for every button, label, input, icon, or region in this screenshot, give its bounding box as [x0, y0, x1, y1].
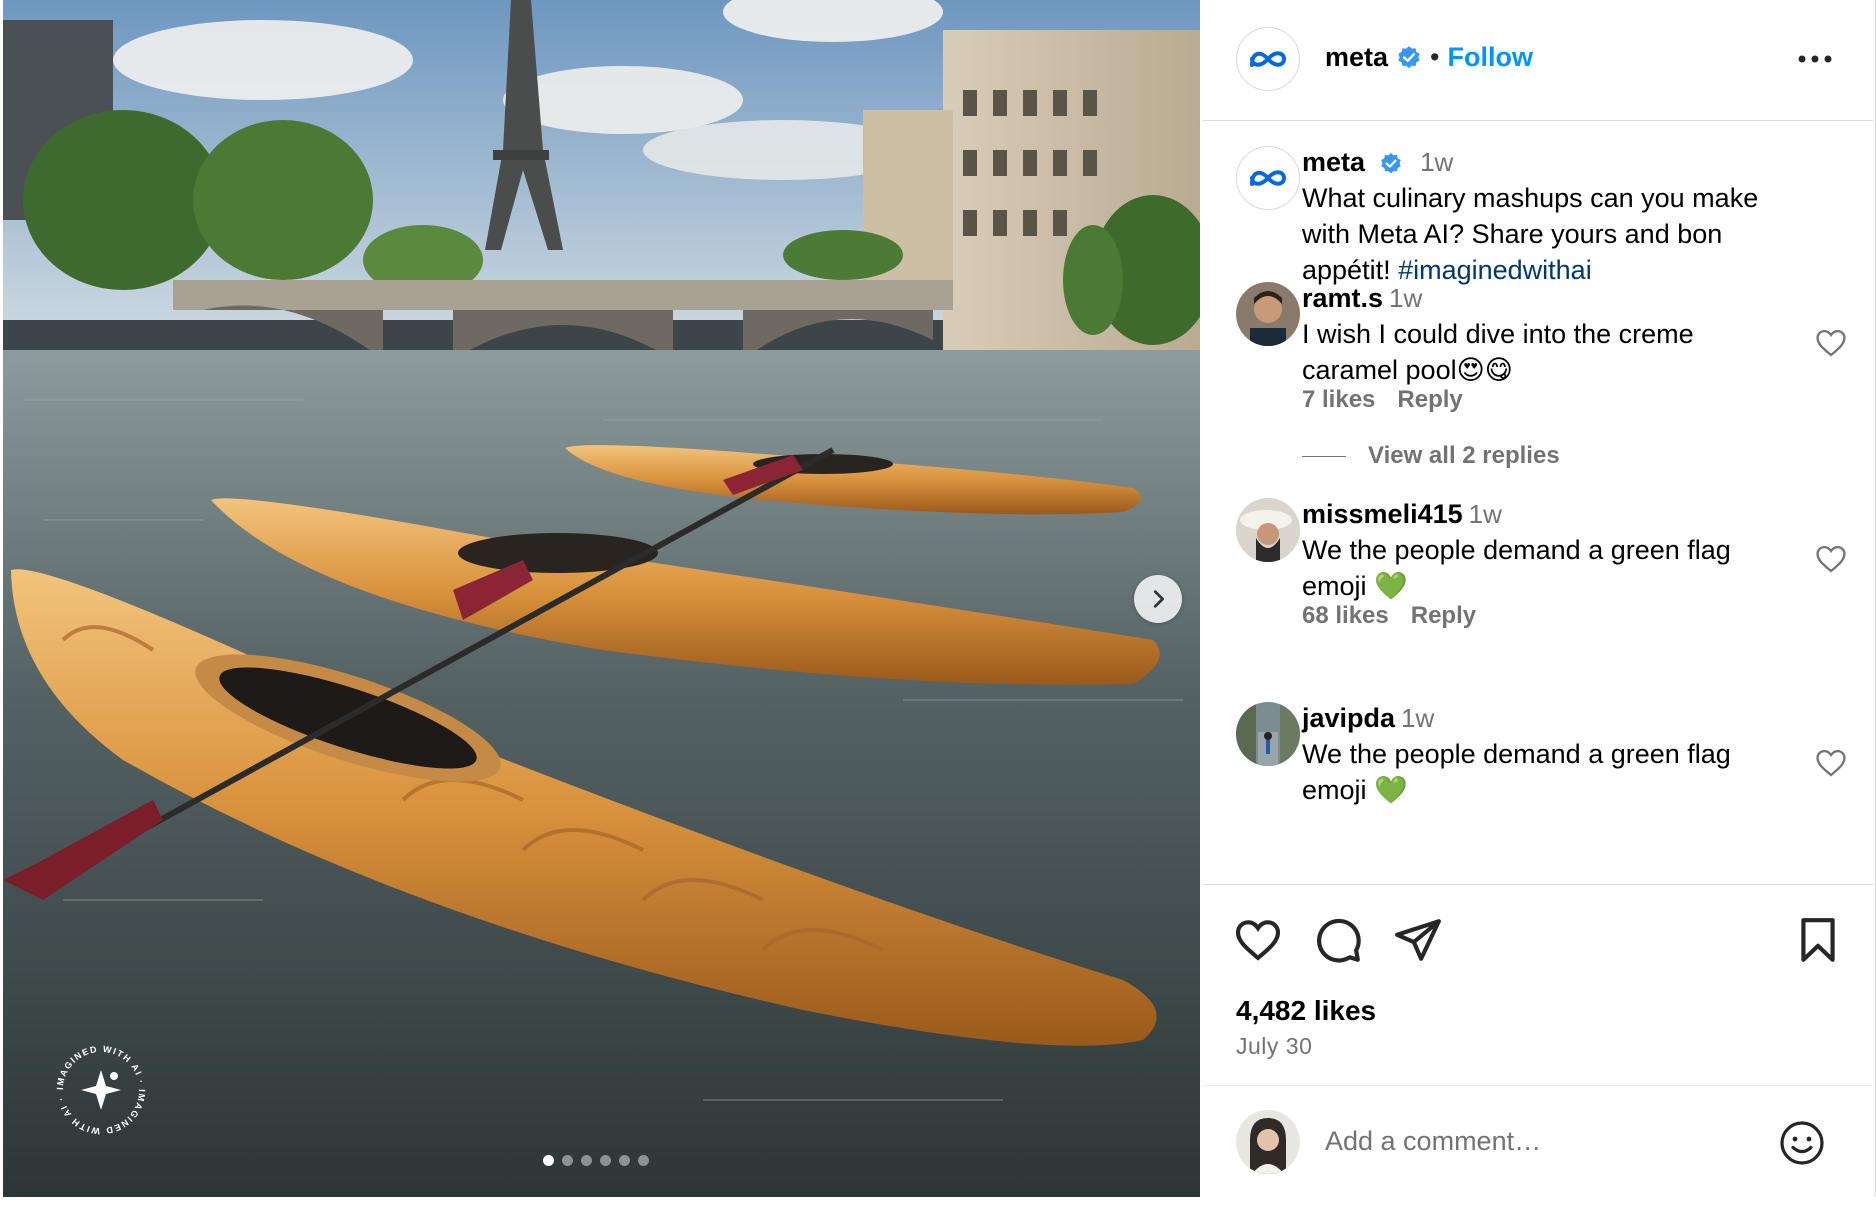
comment-item: missmeli415 1w We the people demand a gre… — [1236, 496, 1846, 636]
comment-meta: 68 likes Reply — [1302, 602, 1498, 630]
current-user-avatar — [1236, 1110, 1300, 1174]
comments-list[interactable]: meta 1w What culinary mashups can you ma… — [1203, 122, 1873, 884]
commenter-avatar[interactable] — [1236, 702, 1300, 766]
author-username[interactable]: meta — [1325, 42, 1388, 73]
caption-text: meta 1w What culinary mashups can you ma… — [1302, 144, 1772, 288]
comment-like-button[interactable] — [1814, 542, 1848, 576]
verified-icon — [1380, 152, 1401, 174]
reply-button[interactable]: Reply — [1411, 602, 1476, 629]
view-replies-button[interactable]: View all 2 replies — [1302, 442, 1560, 470]
carousel-dot — [562, 1155, 573, 1166]
comment-username[interactable]: ramt.s — [1302, 283, 1383, 313]
imagined-with-ai-badge: IMAGINED WITH AI · IMAGINED WITH AI · — [51, 1040, 151, 1140]
emoji-icon[interactable] — [1778, 1119, 1826, 1167]
reply-button[interactable]: Reply — [1397, 386, 1462, 413]
more-icon — [1798, 55, 1832, 63]
chevron-right-icon — [1153, 590, 1164, 608]
comment-text: javipda 1w We the people demand a green f… — [1302, 700, 1772, 808]
comment-time: 1w — [1401, 703, 1435, 733]
carousel-indicator — [543, 1155, 649, 1166]
comment-text: missmeli415 1w We the people demand a gre… — [1302, 496, 1772, 604]
avatar-photo — [1236, 498, 1300, 562]
post-header: meta • Follow — [1203, 0, 1873, 121]
verified-icon — [1398, 45, 1420, 68]
post-date[interactable]: July 30 — [1236, 1033, 1312, 1060]
carousel-dot — [600, 1155, 611, 1166]
comment-username[interactable]: missmeli415 — [1302, 499, 1463, 529]
comment-meta: 7 likes Reply — [1302, 386, 1485, 414]
comment-body: I wish I could dive into the creme caram… — [1302, 319, 1694, 385]
post-side-panel: meta • Follow meta 1w What culinary mash… — [1203, 0, 1876, 1197]
more-options-button[interactable] — [1795, 44, 1835, 74]
comment-likes[interactable]: 7 likes — [1302, 386, 1375, 413]
comment-username[interactable]: javipda — [1302, 703, 1395, 733]
likes-count[interactable]: 4,482 likes — [1236, 995, 1376, 1027]
header-separator: • — [1430, 42, 1440, 72]
post-actions: 4,482 likes July 30 — [1203, 884, 1873, 1197]
commenter-avatar[interactable] — [1236, 498, 1300, 562]
carousel-dot — [638, 1155, 649, 1166]
follow-button[interactable]: Follow — [1447, 42, 1532, 73]
comment-like-button[interactable] — [1814, 746, 1848, 780]
ai-sparkle-icon: IMAGINED WITH AI · IMAGINED WITH AI · — [55, 1044, 146, 1136]
avatar-photo — [1236, 1110, 1300, 1174]
comment-likes[interactable]: 68 likes — [1302, 602, 1389, 629]
carousel-dot — [619, 1155, 630, 1166]
avatar-photo — [1236, 702, 1300, 766]
post-image[interactable]: IMAGINED WITH AI · IMAGINED WITH AI · — [3, 0, 1200, 1197]
comment-item: javipda 1w We the people demand a green f… — [1236, 700, 1846, 820]
carousel-dot — [543, 1155, 554, 1166]
commenter-avatar[interactable] — [1236, 282, 1300, 346]
caption-time: 1w — [1420, 147, 1454, 177]
share-icon[interactable] — [1393, 915, 1443, 965]
meta-logo-icon — [1250, 170, 1287, 186]
comment-time: 1w — [1389, 283, 1423, 313]
author-avatar[interactable] — [1236, 27, 1300, 91]
comment-body: We the people demand a green flag emoji … — [1302, 535, 1731, 601]
comment-body: We the people demand a green flag emoji … — [1302, 739, 1731, 805]
caption-username[interactable]: meta — [1302, 147, 1365, 177]
comment-text: ramt.s 1w I wish I could dive into the cr… — [1302, 280, 1772, 388]
comment-composer — [1203, 1085, 1873, 1198]
post-caption: meta 1w What culinary mashups can you ma… — [1236, 144, 1846, 285]
like-button[interactable] — [1233, 915, 1283, 965]
meta-logo-icon — [1250, 51, 1287, 67]
avatar-photo — [1236, 282, 1300, 346]
comment-time: 1w — [1468, 499, 1502, 529]
baguette-kayaks-image — [3, 0, 1200, 1197]
comment-icon[interactable] — [1313, 915, 1363, 965]
caption-avatar[interactable] — [1236, 146, 1300, 210]
replies-divider — [1302, 455, 1346, 457]
add-comment-input[interactable] — [1325, 1116, 1755, 1166]
view-replies-label: View all 2 replies — [1368, 442, 1560, 469]
carousel-dot — [581, 1155, 592, 1166]
comment-item: ramt.s 1w I wish I could dive into the cr… — [1236, 280, 1846, 480]
bookmark-icon[interactable] — [1793, 915, 1843, 965]
comment-like-button[interactable] — [1814, 326, 1848, 360]
carousel-next-button[interactable] — [1134, 575, 1182, 623]
